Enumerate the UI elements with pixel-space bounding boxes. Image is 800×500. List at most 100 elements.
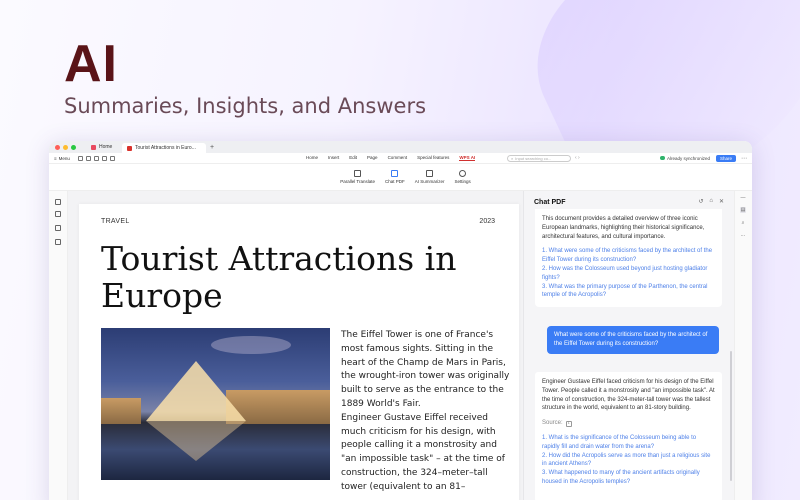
print-icon[interactable] — [93, 155, 99, 161]
folder-icon[interactable] — [77, 155, 83, 161]
close-window-button[interactable] — [55, 144, 60, 150]
search-placeholder: Input searching co... — [515, 155, 552, 161]
tab-home-label: Home — [99, 144, 113, 150]
doc-year: 2023 — [479, 218, 495, 225]
answer-text: Engineer Gustave Eiffel faced criticism … — [542, 379, 715, 412]
tab-wps-ai[interactable]: WPS AI — [459, 155, 476, 161]
chat-panel-icon[interactable]: ▤ — [740, 207, 746, 213]
layers-icon[interactable] — [55, 239, 61, 245]
summary-card: This document provides a detailed overvi… — [535, 209, 722, 307]
suggested-question[interactable]: 3. What was the primary purpose of the P… — [542, 283, 715, 301]
followup-question[interactable]: 2. How did the Acropolis serve as more t… — [542, 452, 715, 470]
home-icon[interactable]: ⌂ — [709, 198, 713, 205]
sync-status-label: Already synchronized — [667, 155, 711, 161]
chat-pdf-label: Chat PDF — [384, 179, 405, 184]
doc-category: TRAVEL — [101, 218, 130, 225]
source-row: Source: 1 — [542, 419, 715, 428]
palace-left-wing — [101, 398, 141, 424]
history-icon[interactable]: ↺ — [698, 198, 703, 205]
suggested-questions: 1. What were some of the criticisms face… — [542, 247, 715, 300]
export-icon[interactable] — [101, 155, 107, 161]
bookmark-icon[interactable] — [55, 199, 61, 205]
doc-paragraph-2: Engineer Gustave Eiffel received much cr… — [341, 412, 505, 492]
tab-comment[interactable]: Comment — [388, 155, 408, 161]
tab-special-features[interactable]: Special features — [417, 155, 449, 161]
search-input[interactable]: ⌕ Input searching co... — [507, 154, 571, 162]
tab-page[interactable]: Page — [367, 155, 378, 161]
followup-question[interactable]: 1. What is the significance of the Colos… — [542, 434, 715, 452]
chat-pdf-icon — [391, 170, 399, 177]
parallel-translate-label: Parallel Translate — [340, 179, 375, 184]
ai-summarizer-label: AI Summarizer — [414, 179, 445, 184]
menu-bar: ≡ Menu Home Insert Edit Page Comment Spe… — [49, 153, 752, 164]
close-icon[interactable]: ✕ — [719, 198, 724, 205]
save-icon[interactable] — [85, 155, 91, 161]
zoom-icon[interactable]: ⌕ — [740, 220, 746, 226]
summarizer-icon — [426, 170, 434, 177]
more-icon[interactable]: — — [740, 195, 746, 201]
settings-button[interactable]: Settings — [455, 170, 471, 184]
search-icon: ⌕ — [511, 155, 514, 161]
right-sidebar: — ▤ ⌕ ⋯ — [734, 191, 752, 500]
more-vertical-icon[interactable]: ⋯ — [740, 233, 746, 239]
doc-title: Tourist Attractions in Europe — [101, 239, 457, 315]
followup-question[interactable]: 3. What happened to many of the ancient … — [542, 469, 715, 487]
tab-document-label: Tourist Attractions in Euro... — [135, 145, 196, 151]
hamburger-icon: ≡ — [54, 155, 57, 161]
more-options-icon[interactable]: ⋯ — [741, 155, 747, 162]
translate-icon — [354, 170, 362, 177]
parallel-translate-button[interactable]: Parallel Translate — [340, 170, 375, 184]
hero-title: AI — [64, 35, 118, 93]
chat-header-actions: ↺ ⌂ ✕ — [698, 198, 724, 205]
minimize-window-button[interactable] — [63, 144, 68, 150]
gear-icon — [459, 170, 467, 177]
hero-subtitle: Summaries, Insights, and Answers — [64, 94, 427, 118]
settings-label: Settings — [454, 179, 471, 184]
suggested-question[interactable]: 1. What were some of the criticisms face… — [542, 247, 715, 265]
cloud-shape — [211, 336, 291, 354]
thumbnail-icon[interactable] — [55, 211, 61, 217]
cloud-sync-icon — [660, 156, 665, 160]
maximize-window-button[interactable] — [71, 144, 76, 150]
tab-edit[interactable]: Edit — [349, 155, 357, 161]
user-message: What were some of the criticisms faced b… — [547, 326, 719, 354]
followup-questions: 1. What is the significance of the Colos… — [542, 434, 715, 487]
ai-summarizer-button[interactable]: AI Summarizer — [415, 170, 445, 184]
chat-pdf-panel: Chat PDF ↺ ⌂ ✕ This document provides a … — [523, 191, 734, 500]
undo-icon[interactable] — [109, 155, 115, 161]
pdf-icon — [127, 145, 132, 151]
tab-insert[interactable]: Insert — [328, 155, 339, 161]
source-label: Source: — [542, 420, 563, 427]
source-reference[interactable]: 1 — [565, 420, 572, 427]
comment-icon[interactable] — [55, 225, 61, 231]
quick-access-toolbar — [77, 155, 115, 161]
window-controls — [55, 144, 76, 150]
share-button[interactable]: Share — [716, 154, 736, 162]
tab-bar: Home Tourist Attractions in Euro... + — [49, 141, 752, 153]
history-arrows-icon[interactable]: ‹ › — [575, 155, 580, 161]
ai-ribbon: Parallel Translate Chat PDF AI Summarize… — [49, 164, 752, 191]
new-tab-icon[interactable]: + — [210, 144, 214, 151]
ribbon-tabs: Home Insert Edit Page Comment Special fe… — [306, 155, 476, 161]
doc-paragraph-1: The Eiffel Tower is one of France's most… — [341, 330, 510, 409]
chat-scrollbar[interactable] — [730, 351, 732, 481]
tab-home-ribbon[interactable]: Home — [306, 155, 318, 161]
chat-title: Chat PDF — [534, 198, 566, 206]
doc-body: The Eiffel Tower is one of France's most… — [341, 329, 511, 495]
wps-home-icon — [91, 144, 96, 150]
louvre-photo — [101, 328, 330, 480]
tab-home[interactable]: Home — [86, 142, 122, 152]
document-page: TRAVEL 2023 Tourist Attractions in Europ… — [79, 204, 519, 500]
summary-text: This document provides a detailed overvi… — [542, 216, 705, 240]
app-window: Home Tourist Attractions in Euro... + ≡ … — [49, 141, 752, 500]
menu-button[interactable]: ≡ Menu — [54, 156, 70, 161]
sync-status: Already synchronized — [660, 156, 710, 161]
tab-document[interactable]: Tourist Attractions in Euro... — [122, 143, 206, 153]
suggested-question[interactable]: 2. How was the Colosseum used beyond jus… — [542, 265, 715, 283]
chat-pdf-button[interactable]: Chat PDF — [385, 170, 405, 184]
pyramid-reflection — [146, 421, 246, 461]
pyramid-shape — [146, 361, 246, 421]
workspace: TRAVEL 2023 Tourist Attractions in Europ… — [49, 191, 752, 500]
answer-card: Engineer Gustave Eiffel faced criticism … — [535, 372, 722, 500]
left-sidebar — [49, 191, 68, 500]
